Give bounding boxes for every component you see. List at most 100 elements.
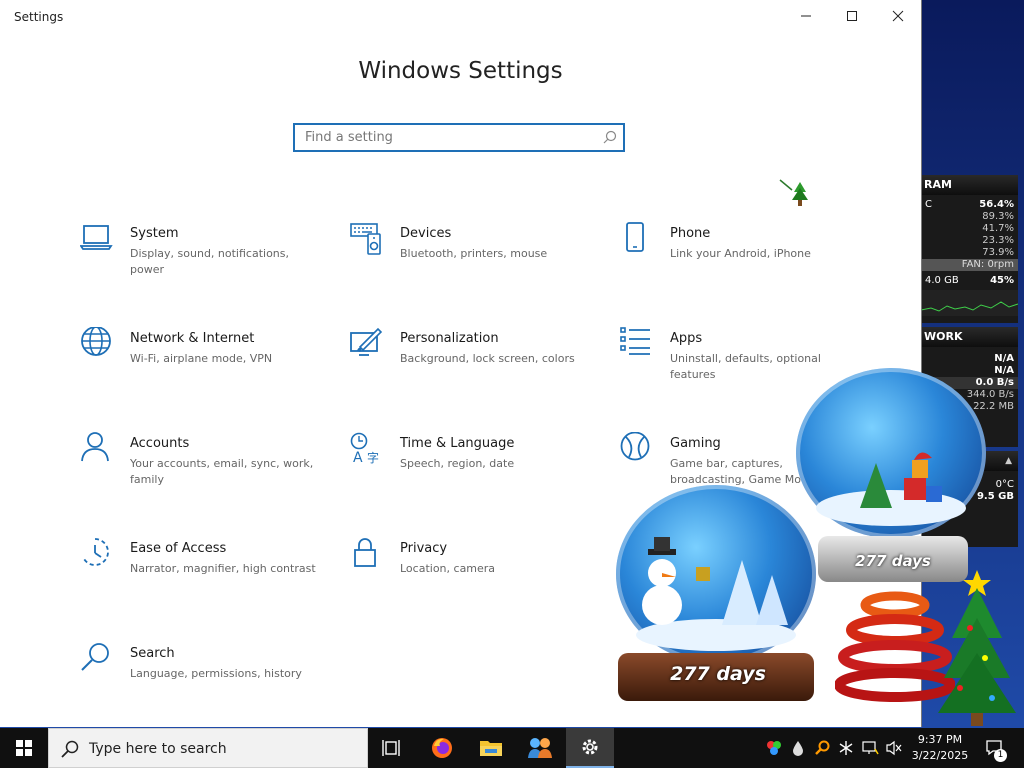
category-system[interactable]: System Display, sound, notifications, po…	[79, 222, 330, 302]
christmas-tree	[930, 568, 1020, 728]
collapse-caret-icon[interactable]: ▲	[1005, 451, 1012, 471]
category-time-language[interactable]: A字 Time & Language Speech, region, date	[350, 432, 600, 512]
speaker-muted-icon	[886, 740, 902, 756]
file-explorer-taskbar-button[interactable]	[467, 728, 515, 768]
ram-memory: 4.0 GB	[925, 275, 959, 286]
minimize-icon	[801, 15, 811, 17]
category-search[interactable]: Search Language, permissions, history	[80, 642, 330, 722]
ram-core-3: 23.3%	[982, 235, 1014, 246]
notification-count-badge: 1	[994, 749, 1007, 762]
small-tree-icon	[779, 179, 808, 206]
time-language-icon: A字	[350, 432, 386, 468]
christmas-tree-icon	[938, 570, 1016, 726]
maximize-button[interactable]	[829, 0, 875, 32]
category-devices[interactable]: Devices Bluetooth, printers, mouse	[350, 222, 600, 302]
taskbar-search-text: Type here to search	[89, 741, 227, 757]
windows-logo-icon	[16, 740, 32, 756]
category-desc: Language, permissions, history	[130, 667, 302, 680]
category-desc: Link your Android, iPhone	[670, 247, 811, 260]
action-center-button[interactable]: 1	[980, 728, 1010, 768]
category-ease-of-access[interactable]: Ease of Access Narrator, magnifier, high…	[80, 537, 330, 617]
category-desc: Wi-Fi, airplane mode, VPN	[130, 352, 273, 365]
search-icon[interactable]	[603, 130, 617, 144]
tray-app-icon-3[interactable]	[812, 728, 832, 768]
tray-app-icon-1[interactable]	[764, 728, 784, 768]
ram-core-2: 41.7%	[982, 223, 1014, 234]
snow-globe-snowman: 277 days	[612, 485, 818, 707]
task-view-icon	[382, 740, 400, 756]
category-desc: Your accounts, email, sync, work, family	[130, 457, 314, 486]
clock-time: 9:37 PM	[917, 733, 963, 746]
category-phone[interactable]: Phone Link your Android, iPhone	[620, 222, 870, 302]
volume-tray-icon[interactable]	[884, 728, 904, 768]
close-icon	[892, 10, 904, 22]
svg-text:字: 字	[367, 450, 379, 465]
svg-text:A: A	[353, 450, 363, 466]
gear-icon	[582, 739, 598, 755]
paintbrush-icon	[350, 327, 386, 363]
ram-graph	[921, 290, 1018, 316]
ram-usage-value: 56.4%	[979, 199, 1014, 210]
network-icon	[862, 741, 879, 755]
phone-icon	[620, 222, 656, 258]
settings-search-box[interactable]	[293, 123, 625, 152]
category-desc: Narrator, magnifier, high contrast	[130, 562, 316, 575]
drop-icon	[793, 741, 803, 756]
gifts-scene-icon	[816, 452, 966, 526]
settings-taskbar-button[interactable]	[566, 728, 614, 768]
category-name: System	[130, 226, 179, 241]
category-privacy[interactable]: Privacy Location, camera	[350, 537, 600, 617]
settings-search-input[interactable]	[305, 125, 595, 150]
category-desc: Background, lock screen, colors	[400, 352, 575, 365]
ease-of-access-icon	[80, 537, 116, 573]
title-bar[interactable]: Settings	[0, 0, 921, 32]
colorful-app-icon	[767, 741, 781, 755]
category-name: Ease of Access	[130, 541, 227, 556]
category-name: Time & Language	[400, 436, 515, 451]
taskbar: Type here to search 9:37 PM 3/22/2025 1	[0, 728, 1024, 768]
category-desc: Display, sound, notifications, power	[130, 247, 290, 276]
clock-date: 3/22/2025	[911, 749, 969, 762]
snow-globe-large: 277 days	[796, 368, 988, 588]
snowman-scene-icon	[636, 537, 796, 651]
ram-gadget-title: RAM	[921, 175, 1018, 195]
maximize-icon	[847, 11, 857, 21]
category-name: Network & Internet	[130, 331, 255, 346]
category-name: Phone	[670, 226, 711, 241]
search-icon	[61, 740, 79, 758]
people-app-icon	[528, 738, 552, 758]
magnifier-icon	[80, 642, 116, 678]
category-name: Apps	[670, 331, 703, 346]
page-title: Windows Settings	[358, 58, 563, 84]
category-desc: Bluetooth, printers, mouse	[400, 247, 548, 260]
devices-icon	[350, 222, 386, 258]
tray-app-icon-2[interactable]	[788, 728, 808, 768]
network-ip-1: N/A	[994, 353, 1014, 364]
ram-core-4: 73.9%	[982, 247, 1014, 258]
task-view-button[interactable]	[368, 728, 416, 768]
taskbar-search-box[interactable]: Type here to search	[48, 728, 368, 768]
network-gadget-title: WORK	[921, 327, 1018, 347]
category-name: Privacy	[400, 541, 448, 556]
search-tool-icon	[815, 740, 830, 755]
minimize-button[interactable]	[783, 0, 829, 32]
category-name: Gaming	[670, 436, 721, 451]
ram-gadget: RAM C 56.4% 89.3% 41.7% 23.3% 73.9% FAN:…	[921, 175, 1018, 323]
category-network-internet[interactable]: Network & Internet Wi-Fi, airplane mode,…	[80, 326, 330, 407]
tray-app-icon-4[interactable]	[836, 728, 856, 768]
start-button[interactable]	[0, 728, 48, 768]
close-button[interactable]	[875, 0, 921, 32]
category-desc: Location, camera	[400, 562, 496, 575]
network-tray-icon[interactable]	[860, 728, 880, 768]
ram-c-label: C	[925, 199, 932, 210]
category-accounts[interactable]: Accounts Your accounts, email, sync, wor…	[80, 432, 330, 512]
taskbar-clock[interactable]: 9:37 PM 3/22/2025	[908, 732, 972, 764]
person-icon	[80, 432, 116, 468]
ram-core-1: 89.3%	[982, 211, 1014, 222]
globe-icon	[80, 326, 116, 363]
category-name: Devices	[400, 226, 452, 241]
firefox-taskbar-button[interactable]	[418, 728, 466, 768]
people-app-taskbar-button[interactable]	[516, 728, 564, 768]
category-personalization[interactable]: Personalization Background, lock screen,…	[350, 327, 600, 407]
snowflake-icon	[839, 741, 853, 755]
